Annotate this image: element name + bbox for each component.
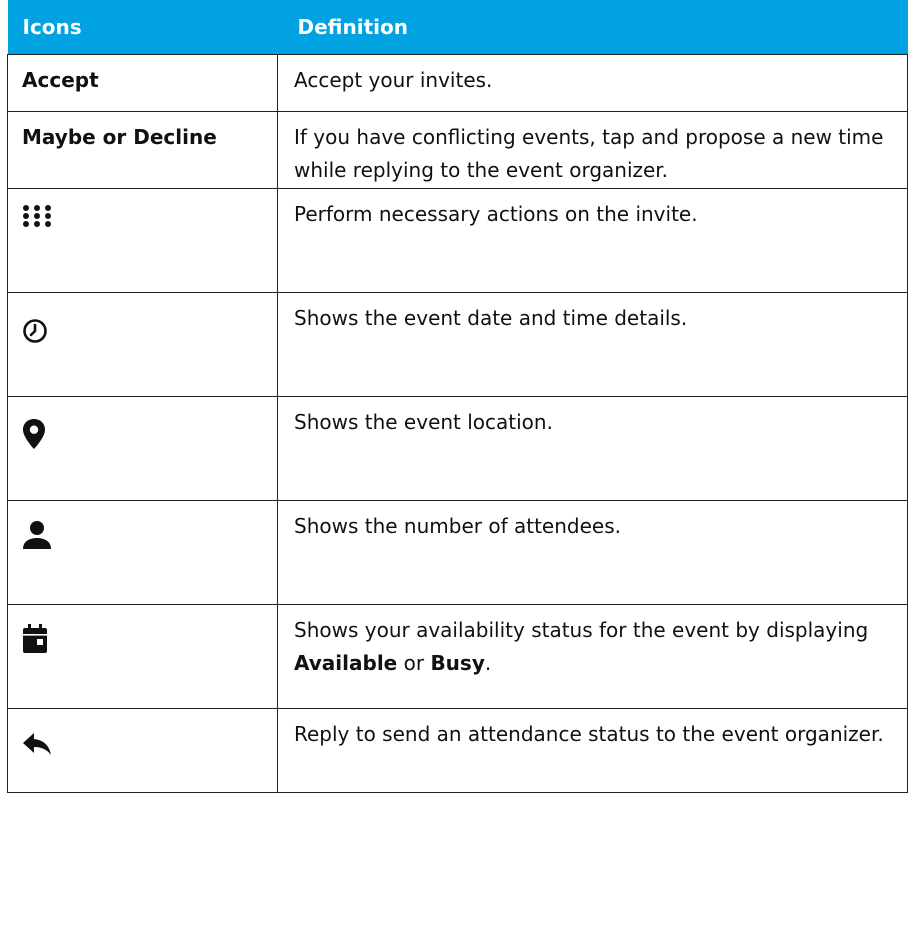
- table-header-row: Icons Definition: [7, 0, 908, 55]
- reply-icon: [22, 732, 52, 766]
- row-definition: Accept your invites.: [277, 54, 908, 112]
- row-label-maybe-or-decline: Maybe or Decline: [7, 111, 278, 189]
- table-row: Shows the event location.: [7, 396, 908, 501]
- status-available: Available: [294, 651, 398, 675]
- definition-text: Shows your availability status for the e…: [294, 618, 869, 642]
- table-row: Reply to send an attendance status to th…: [7, 708, 908, 793]
- row-definition: Reply to send an attendance status to th…: [277, 708, 908, 793]
- row-icon-cell: [7, 708, 278, 793]
- table-row: Maybe or Decline If you have conflicting…: [7, 111, 908, 189]
- person-icon: [22, 520, 52, 560]
- clock-icon: [22, 318, 48, 354]
- row-definition: If you have conflicting events, tap and …: [277, 111, 908, 189]
- row-icon-cell: [7, 188, 278, 293]
- row-definition: Shows the event location.: [277, 396, 908, 501]
- header-icons: Icons: [7, 0, 278, 55]
- row-definition: Perform necessary actions on the invite.: [277, 188, 908, 293]
- calendar-icon: [22, 624, 48, 664]
- row-label-accept: Accept: [7, 54, 278, 112]
- definition-text: .: [484, 651, 492, 675]
- table-row: Shows the event date and time details.: [7, 292, 908, 397]
- row-icon-cell: [7, 292, 278, 397]
- table-row: Accept Accept your invites.: [7, 54, 908, 112]
- icon-definition-table: Icons Definition Accept Accept your invi…: [7, 0, 908, 793]
- row-icon-cell: [7, 396, 278, 501]
- row-definition: Shows the number of attendees.: [277, 500, 908, 605]
- more-dots-icon: [22, 204, 52, 238]
- row-definition: Shows the event date and time details.: [277, 292, 908, 397]
- row-icon-cell: [7, 604, 278, 709]
- table-row: Shows your availability status for the e…: [7, 604, 908, 709]
- status-busy: Busy: [430, 651, 485, 675]
- table-row: Perform necessary actions on the invite.: [7, 188, 908, 293]
- table-row: Shows the number of attendees.: [7, 500, 908, 605]
- definition-text: or: [397, 651, 431, 675]
- location-pin-icon: [22, 418, 46, 460]
- row-definition: Shows your availability status for the e…: [277, 604, 908, 709]
- row-icon-cell: [7, 500, 278, 605]
- header-definition: Definition: [277, 0, 908, 55]
